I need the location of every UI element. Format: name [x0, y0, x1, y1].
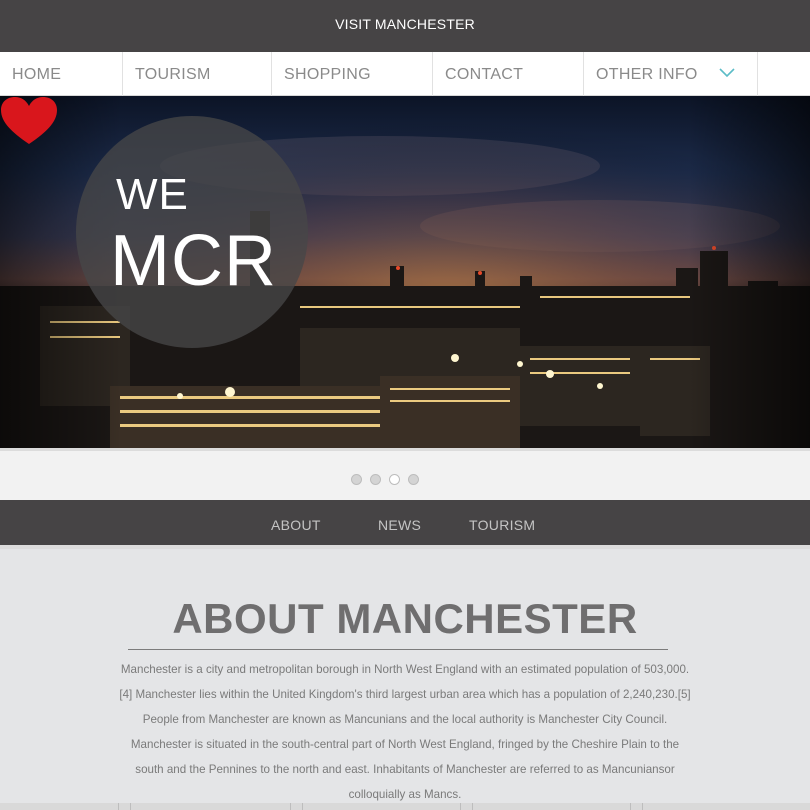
section-link-about[interactable]: ABOUT [271, 517, 321, 533]
nav-item-contact[interactable]: CONTACT [433, 52, 584, 96]
strip-divider [302, 803, 303, 810]
nav-item-shopping[interactable]: SHOPPING [272, 52, 433, 96]
nav-item-label: HOME [12, 66, 62, 83]
slide-dot-3[interactable] [389, 474, 400, 485]
slide-dot-4[interactable] [408, 474, 419, 485]
section-link-tourism[interactable]: TOURISM [469, 517, 535, 533]
nav-item-other-info[interactable]: OTHER INFO [584, 52, 758, 96]
nav-item-home[interactable]: HOME [0, 52, 123, 96]
nav-item-label: OTHER INFO [596, 66, 698, 83]
logo-we-text: WE [116, 170, 189, 219]
slider-pagination [0, 448, 810, 500]
site-title[interactable]: VISIT MANCHESTER [335, 16, 475, 32]
about-title: ABOUT MANCHESTER [172, 595, 638, 642]
about-line: south and the Pennines to the north and … [135, 763, 675, 776]
heart-icon [1, 97, 57, 144]
nav-item-label: TOURISM [135, 66, 211, 83]
chevron-down-icon[interactable] [719, 68, 735, 78]
strip-divider [130, 803, 131, 810]
about-line: colloquially as Mancs. [348, 788, 462, 801]
strip-divider [290, 803, 291, 810]
strip-divider [460, 803, 461, 810]
title-divider [128, 649, 668, 650]
about-paragraph: Manchester is a city and metropolitan bo… [100, 657, 710, 807]
nav-item-label: CONTACT [445, 66, 524, 83]
hero-banner: WE MCR [0, 96, 810, 448]
about-line: People from Manchester are known as Manc… [142, 713, 668, 726]
slide-dot-2[interactable] [370, 474, 381, 485]
strip-divider [472, 803, 473, 810]
section-link-news[interactable]: NEWS [378, 517, 421, 533]
nav-item-tourism[interactable]: TOURISM [123, 52, 272, 96]
slide-dot-1[interactable] [351, 474, 362, 485]
logo-mcr-text: MCR [110, 221, 277, 301]
main-nav: HOME TOURISM SHOPPING CONTACT OTHER INFO [0, 52, 810, 96]
about-line: [4] Manchester lies within the United Ki… [119, 688, 691, 701]
bottom-scroll-strip [0, 803, 810, 810]
about-section: ABOUT MANCHESTER Manchester is a city an… [0, 553, 810, 810]
about-line: Manchester is situated in the south-cent… [130, 738, 680, 751]
nav-item-label: SHOPPING [284, 66, 371, 83]
site-header: VISIT MANCHESTER [0, 0, 810, 52]
strip-divider [642, 803, 643, 810]
about-line: Manchester is a city and metropolitan bo… [120, 663, 690, 676]
strip-divider [118, 803, 119, 810]
strip-divider [630, 803, 631, 810]
section-nav: ABOUT NEWS TOURISM [0, 500, 810, 549]
